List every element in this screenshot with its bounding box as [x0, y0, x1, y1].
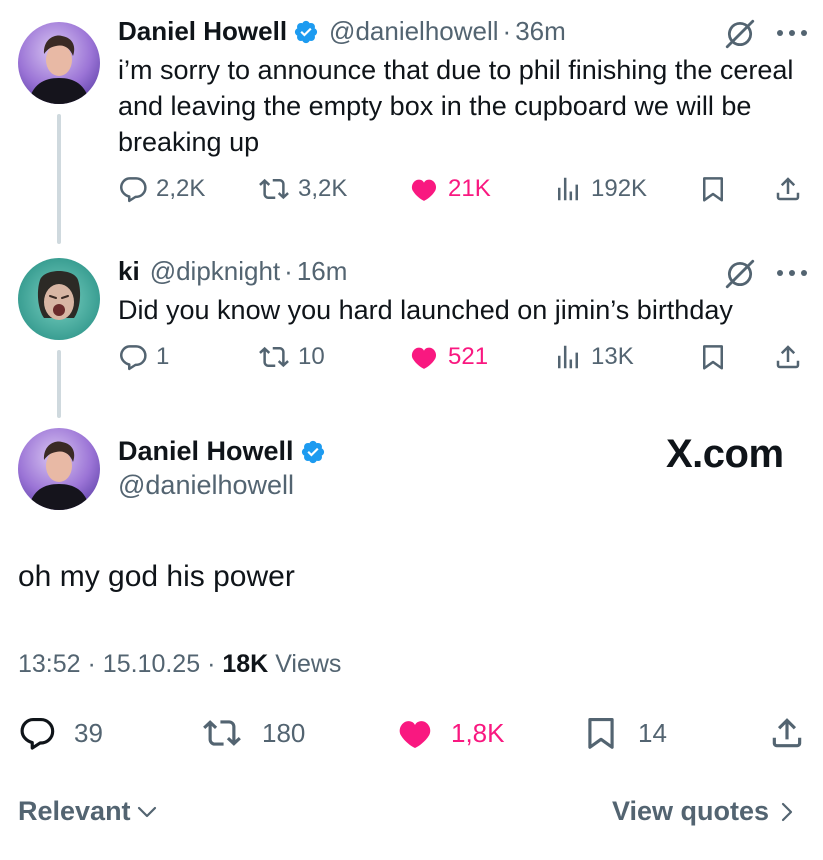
separator-dot: ·: [207, 650, 223, 678]
reply-icon: [18, 714, 56, 752]
tweet-text: Did you know you hard launched on jimin’…: [118, 295, 733, 325]
grok-icon[interactable]: [723, 17, 757, 51]
tweet-header: ki @dipknight · 16m: [118, 256, 347, 287]
avatar[interactable]: [18, 258, 100, 340]
share-button[interactable]: [773, 342, 803, 372]
views-button[interactable]: 192K: [553, 174, 647, 204]
repost-button[interactable]: 3,2K: [258, 174, 347, 204]
sort-label: Relevant: [18, 796, 131, 826]
views-icon: [553, 174, 583, 204]
tweet-header: Daniel Howell @danielhowell · 36m: [118, 16, 566, 47]
like-count: 21K: [448, 175, 491, 202]
views-button[interactable]: 13K: [553, 342, 634, 372]
avatar[interactable]: [18, 22, 100, 104]
share-icon: [768, 714, 806, 752]
like-count: 1,8K: [451, 717, 505, 748]
reply-button[interactable]: 1: [118, 342, 169, 372]
bookmark-button[interactable]: [698, 342, 728, 372]
author-name[interactable]: ki: [118, 256, 140, 287]
bookmark-icon: [582, 714, 620, 752]
repost-icon: [258, 342, 290, 372]
more-icon[interactable]: [777, 268, 807, 278]
reply-button[interactable]: 2,2K: [118, 174, 205, 204]
author-handle[interactable]: @dipknight: [150, 256, 280, 287]
reply-count: 39: [74, 717, 103, 748]
repost-count: 3,2K: [298, 175, 348, 202]
like-button[interactable]: 521: [408, 342, 488, 372]
repost-count: 180: [262, 717, 306, 748]
like-button[interactable]: 21K: [408, 174, 491, 204]
share-icon: [773, 174, 803, 204]
sort-dropdown[interactable]: Relevant: [18, 796, 159, 827]
x-logo: X.com: [666, 432, 784, 476]
view-count: 13K: [591, 343, 634, 370]
timestamp[interactable]: 36m: [515, 16, 566, 47]
avatar[interactable]: [18, 428, 100, 510]
separator-dot: ·: [502, 16, 512, 46]
repost-count: 10: [298, 343, 325, 370]
view-count: 192K: [591, 175, 648, 202]
thread-line: [57, 350, 61, 418]
bookmark-button[interactable]: 14: [582, 714, 667, 752]
repost-button[interactable]: 180: [200, 714, 305, 752]
separator-dot: ·: [284, 256, 293, 286]
tweet-text: oh my god his power: [18, 560, 295, 593]
verified-badge-icon: [293, 19, 319, 45]
reply-count: 2,2K: [156, 175, 206, 202]
heart-icon: [408, 174, 440, 204]
reply-icon: [118, 342, 148, 372]
chevron-right-icon: [781, 802, 793, 821]
post-time[interactable]: 13:52: [18, 650, 81, 678]
grok-icon[interactable]: [723, 257, 757, 291]
repost-icon: [258, 174, 290, 204]
bookmark-button[interactable]: [698, 174, 728, 204]
post-date[interactable]: 15.10.25: [103, 650, 200, 678]
heart-icon: [408, 342, 440, 372]
author-handle[interactable]: @danielhowell: [329, 16, 499, 47]
share-button[interactable]: [773, 174, 803, 204]
views-icon: [553, 342, 583, 372]
views-count: 18K: [222, 650, 269, 678]
bookmark-icon: [698, 342, 728, 372]
reply-icon: [118, 174, 148, 204]
reply-button[interactable]: 39: [18, 714, 103, 752]
views-label: Views: [275, 650, 342, 678]
share-button[interactable]: [768, 714, 806, 752]
like-button[interactable]: 1,8K: [393, 714, 505, 752]
like-count: 521: [448, 343, 489, 370]
bookmark-count: 14: [638, 717, 667, 748]
view-quotes-link[interactable]: View quotes: [612, 796, 799, 827]
author-name-row: Daniel Howell: [118, 436, 326, 467]
share-icon: [773, 342, 803, 372]
heart-icon: [393, 714, 437, 752]
tweet-text: i’m sorry to announce that due to phil f…: [118, 55, 794, 157]
chevron-down-icon: [137, 806, 156, 817]
more-icon[interactable]: [777, 28, 807, 38]
separator-dot: ·: [87, 650, 103, 678]
view-quotes-label: View quotes: [612, 796, 770, 826]
repost-icon: [200, 714, 244, 752]
author-name[interactable]: Daniel Howell: [118, 16, 287, 47]
reply-count: 1: [156, 343, 170, 370]
verified-badge-icon: [300, 439, 326, 465]
thread-line: [57, 114, 61, 244]
tweet-meta: 13:52 · 15.10.25 · 18K Views: [18, 650, 341, 679]
bookmark-icon: [698, 174, 728, 204]
repost-button[interactable]: 10: [258, 342, 325, 372]
timestamp[interactable]: 16m: [297, 256, 348, 287]
author-name[interactable]: Daniel Howell: [118, 436, 294, 467]
author-handle[interactable]: @danielhowell: [118, 470, 294, 501]
